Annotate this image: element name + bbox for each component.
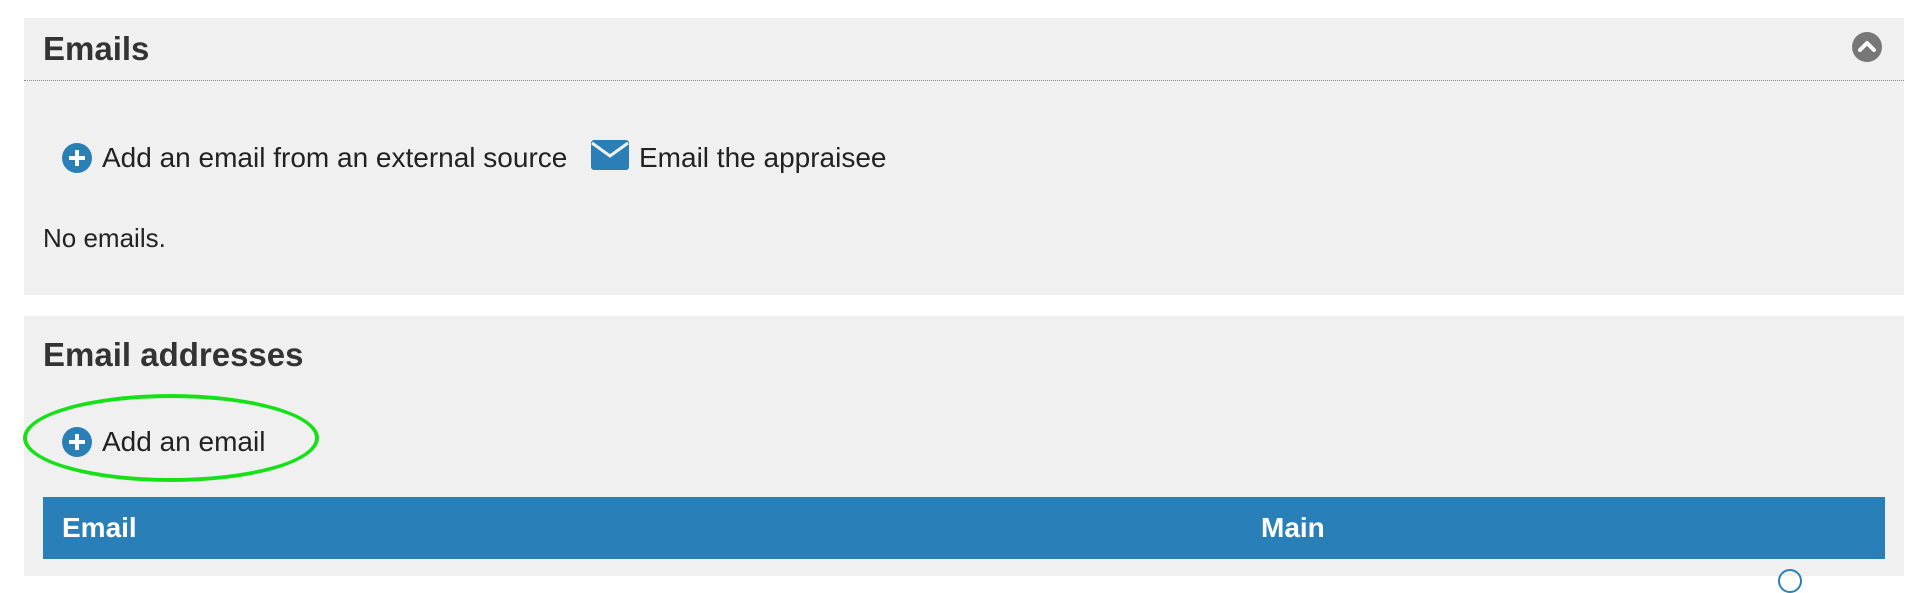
emails-panel-title: Emails xyxy=(43,30,150,67)
row-action-icon[interactable] xyxy=(1778,569,1802,593)
email-addresses-panel: Email addresses Add an email Email Main xyxy=(23,316,1904,593)
table-row xyxy=(43,559,1885,593)
collapse-button[interactable] xyxy=(1852,32,1882,62)
add-email-label: Add an email xyxy=(102,426,266,457)
chevron-up-icon xyxy=(1858,41,1876,52)
title-divider xyxy=(24,80,1904,81)
column-header-main[interactable]: Main xyxy=(1261,512,1325,544)
envelope-icon xyxy=(591,139,629,177)
plus-circle-icon xyxy=(62,143,92,173)
email-table-header: Email Main xyxy=(43,497,1885,559)
email-appraisee-link[interactable]: Email the appraisee xyxy=(591,139,887,177)
email-addresses-panel-title: Email addresses xyxy=(43,336,304,373)
plus-circle-icon xyxy=(62,427,92,457)
add-external-email-link[interactable]: Add an email from an external source xyxy=(62,140,567,176)
empty-state-text: No emails. xyxy=(43,223,166,253)
column-header-email[interactable]: Email xyxy=(62,512,137,544)
add-external-email-label: Add an email from an external source xyxy=(102,142,568,173)
emails-panel: Emails Add an email from an external sou… xyxy=(24,18,1904,295)
email-appraisee-label: Email the appraisee xyxy=(639,142,887,173)
add-email-button[interactable]: Add an email xyxy=(62,424,265,460)
